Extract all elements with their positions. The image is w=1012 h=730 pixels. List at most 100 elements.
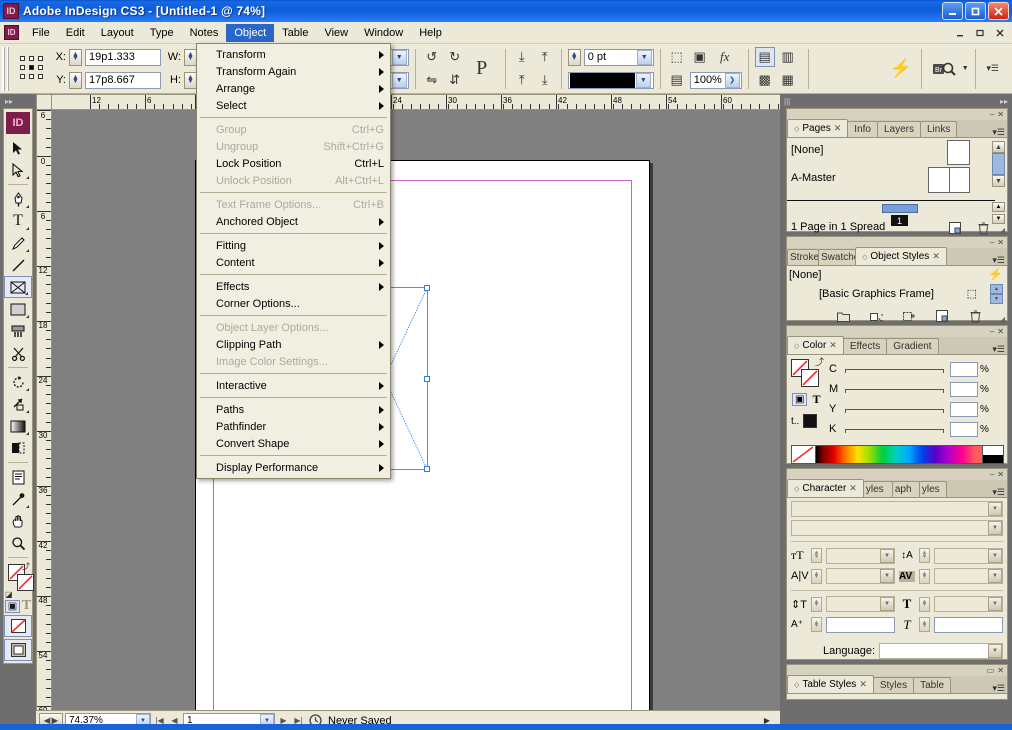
master-none-label[interactable]: [None]: [791, 144, 823, 156]
gradient-swatch-tool[interactable]: [4, 415, 32, 437]
baseline-shift-input[interactable]: [826, 616, 895, 633]
master-a-label[interactable]: A-Master: [791, 172, 836, 184]
menu-edit[interactable]: Edit: [58, 24, 93, 42]
skew-stepper[interactable]: ▲ ▼: [919, 617, 930, 633]
new-page-icon[interactable]: [947, 221, 963, 235]
tab-table[interactable]: Table: [913, 677, 951, 693]
swap-fill-stroke-icon[interactable]: ⤴: [815, 355, 824, 368]
chevron-down-icon[interactable]: ▼: [988, 644, 1002, 659]
master-none-thumbnail[interactable]: [947, 140, 970, 165]
rectangle-tool[interactable]: [4, 298, 32, 320]
tab-character-styles[interactable]: yles: [862, 481, 893, 497]
palette-menu-icon[interactable]: ▾☰: [982, 59, 1004, 79]
drop-shadow-icon[interactable]: ▣: [690, 47, 710, 67]
dock-grip[interactable]: |||: [784, 97, 790, 106]
skew-input[interactable]: [934, 616, 1003, 633]
text-wrap-jump-icon[interactable]: ▩: [755, 70, 775, 90]
panel-menu-icon[interactable]: ▾☰: [992, 345, 1005, 354]
rotate-ccw-icon[interactable]: ↺: [422, 47, 442, 67]
align-bottom-icon[interactable]: ⤒: [512, 70, 532, 90]
scale-tool[interactable]: [4, 393, 32, 415]
panel-resize-grip[interactable]: ◢: [999, 315, 1005, 324]
tab-stroke[interactable]: Stroke: [787, 249, 819, 265]
scroll-up-button[interactable]: ▲: [992, 141, 1005, 153]
chevron-down-icon[interactable]: ▼: [880, 548, 894, 563]
mdi-restore-button[interactable]: [972, 26, 988, 40]
vertical-ruler[interactable]: 6 0 6 12 18 24 30 36 42 48 54 60: [36, 110, 52, 710]
k-slider[interactable]: [843, 422, 950, 436]
rectangle-frame-tool[interactable]: [4, 276, 32, 298]
selection-handle[interactable]: [424, 466, 430, 472]
object-styles-scrollbar[interactable]: ▲ ▼: [990, 284, 1003, 304]
dock-collapse-icon[interactable]: ▸▸: [1000, 97, 1008, 106]
tab-effects[interactable]: Effects: [842, 338, 888, 354]
panel-menu-icon[interactable]: ▾☰: [992, 488, 1005, 497]
x-input[interactable]: 19p1.333: [85, 48, 161, 66]
chevron-down-icon[interactable]: ▼: [988, 521, 1002, 535]
quick-apply-icon[interactable]: ⚡: [887, 58, 915, 79]
reference-point-proxy-icon[interactable]: [20, 55, 46, 82]
close-icon[interactable]: ✕: [834, 123, 842, 134]
menu-help[interactable]: Help: [411, 24, 450, 42]
object-menu-dropdown[interactable]: Transform Transform Again Arrange Select Gro…: [196, 43, 391, 479]
menu-window[interactable]: Window: [356, 24, 411, 42]
line-tool[interactable]: [4, 254, 32, 276]
pages-panel-scrollbar[interactable]: ▲ ▼: [992, 141, 1005, 197]
tab-color[interactable]: ◇ Color ✕: [787, 336, 844, 354]
menu-item-pathfinder[interactable]: Pathfinder: [197, 418, 390, 435]
text-wrap-none-icon[interactable]: ▤: [754, 47, 775, 67]
print-preview-p-icon[interactable]: P: [465, 50, 499, 88]
panel-close-icon[interactable]: ✕: [997, 327, 1004, 336]
text-wrap-jumpnext-icon[interactable]: ▦: [778, 70, 798, 90]
tab-links[interactable]: Links: [920, 121, 958, 137]
horizontal-scale-stepper[interactable]: ▲ ▼: [919, 596, 930, 612]
horizontal-scale-combo[interactable]: ▼: [934, 596, 1003, 613]
m-slider[interactable]: [843, 382, 950, 396]
selection-handle[interactable]: [424, 285, 430, 291]
minimize-button[interactable]: [942, 2, 963, 20]
fx-icon[interactable]: fx: [713, 47, 737, 67]
tab-character[interactable]: ◇ Character ✕: [787, 479, 864, 497]
k-input[interactable]: [950, 421, 978, 437]
menu-view[interactable]: View: [316, 24, 356, 42]
leading-stepper[interactable]: ▲ ▼: [919, 548, 930, 564]
tracking-combo[interactable]: ▼: [934, 568, 1003, 585]
menu-item-display-performance[interactable]: Display Performance: [197, 459, 390, 476]
font-family-combo[interactable]: ▼: [791, 501, 1003, 517]
paper-black-swatches[interactable]: [983, 446, 1003, 463]
color-spectrum-ramp[interactable]: [791, 445, 1004, 464]
menu-item-anchored-object[interactable]: Anchored Object: [197, 213, 390, 230]
chevron-down-icon[interactable]: ▼: [391, 72, 407, 88]
menu-table[interactable]: Table: [274, 24, 316, 42]
formatting-affects-text-icon[interactable]: T: [22, 598, 31, 614]
menu-item-interactive[interactable]: Interactive: [197, 377, 390, 394]
apply-none-icon[interactable]: [4, 615, 32, 637]
chevron-down-icon[interactable]: ▼: [635, 72, 651, 88]
x-stepper[interactable]: ▲ ▼: [69, 48, 82, 66]
menu-item-transform-again[interactable]: Transform Again: [197, 63, 390, 80]
y-input[interactable]: 17p8.667: [85, 71, 161, 89]
panel-minimize-icon[interactable]: –: [990, 327, 994, 336]
new-style-icon[interactable]: [934, 309, 950, 323]
y-input[interactable]: [950, 401, 978, 417]
stroke-swatch[interactable]: [17, 574, 34, 591]
menu-item-corner-options[interactable]: Corner Options...: [197, 295, 390, 312]
spread-scroll-down-button[interactable]: ▼: [992, 214, 1005, 224]
tab-info[interactable]: Info: [847, 121, 878, 137]
note-tool[interactable]: [4, 466, 32, 488]
close-icon[interactable]: ✕: [849, 483, 857, 494]
close-icon[interactable]: ✕: [859, 679, 867, 690]
panel-menu-icon[interactable]: ▾☰: [992, 256, 1005, 265]
mdi-minimize-button[interactable]: [952, 26, 968, 40]
new-group-icon[interactable]: [835, 309, 851, 323]
trash-icon[interactable]: [975, 221, 991, 235]
style-none-row[interactable]: [None]: [789, 269, 821, 281]
stroke-swatch[interactable]: [801, 369, 819, 387]
stroke-weight-combo[interactable]: 0 pt ▼: [583, 48, 654, 66]
clear-overrides-icon[interactable]: ⚡: [988, 267, 1003, 281]
master-a-thumbnail[interactable]: [928, 167, 970, 193]
language-combo[interactable]: ▼: [879, 643, 1003, 660]
spread-scroll-up-button[interactable]: ▲: [992, 202, 1005, 212]
vertical-scale-stepper[interactable]: ▲ ▼: [811, 596, 822, 612]
direct-selection-tool[interactable]: [4, 159, 32, 181]
